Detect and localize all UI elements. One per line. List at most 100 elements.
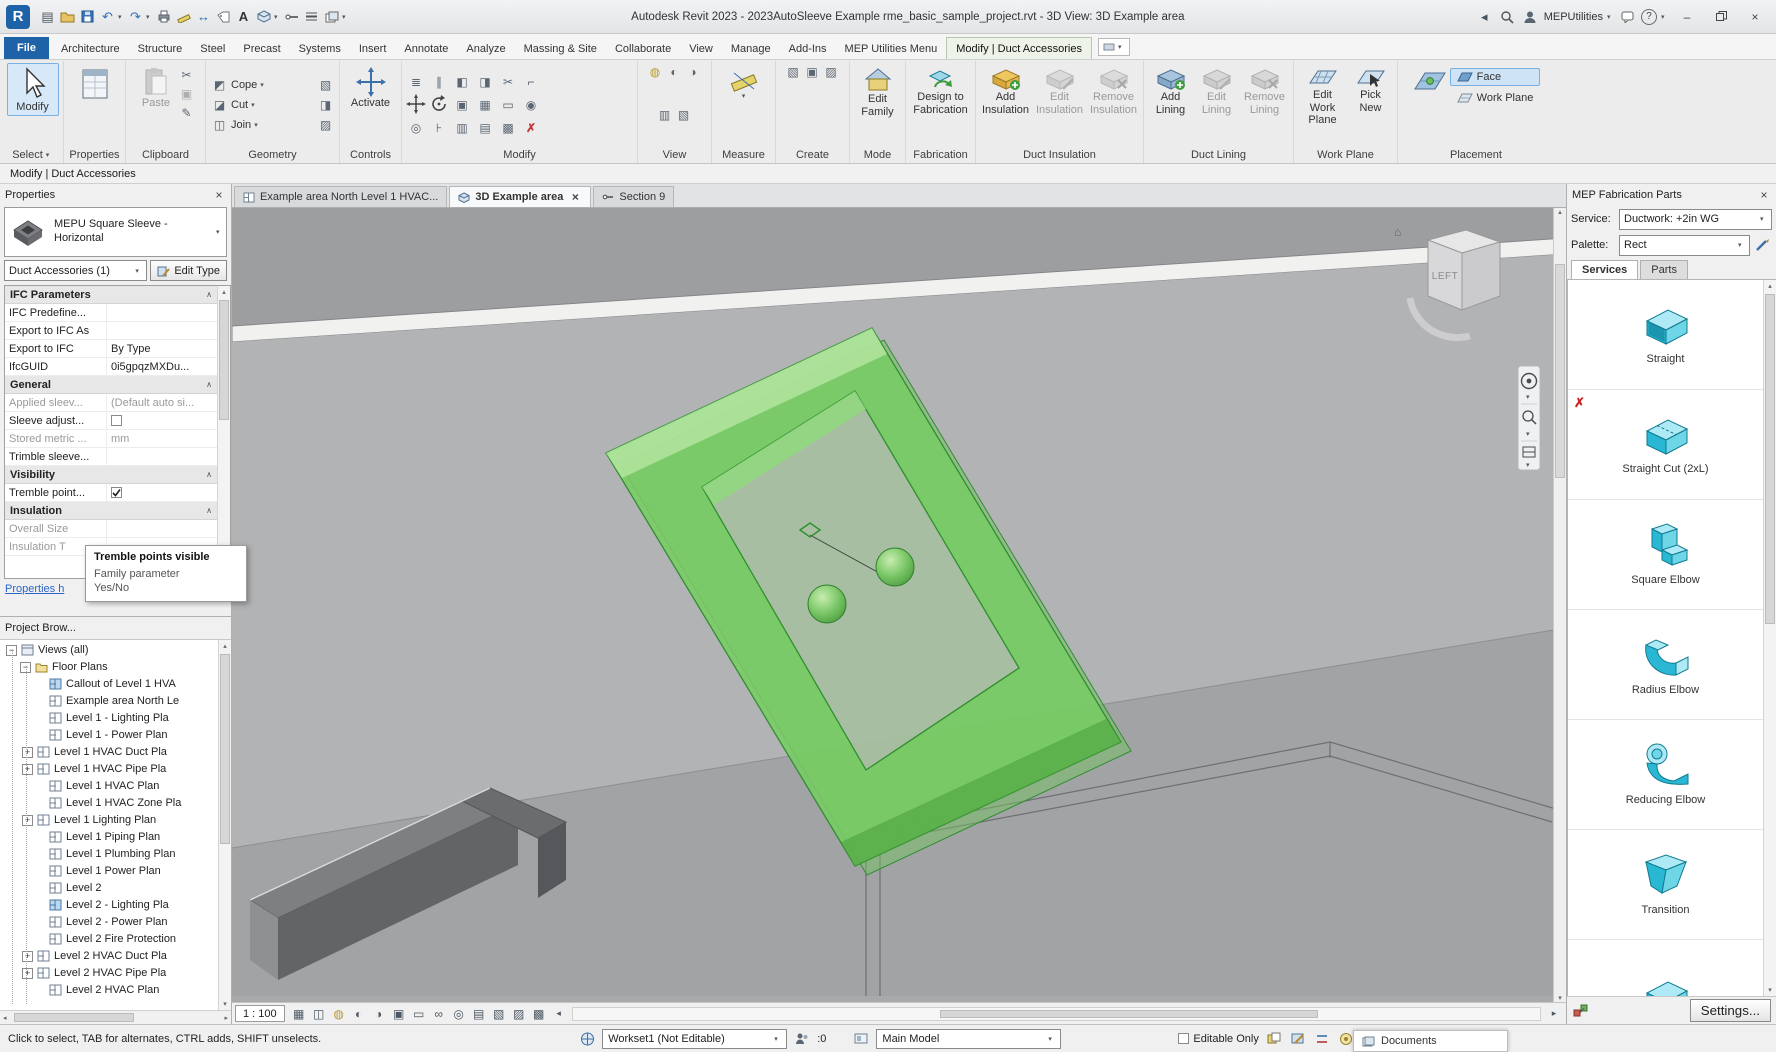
property-row[interactable]: IfcGUID 0i5gpqzMXDu... xyxy=(5,358,217,376)
tree-item-view[interactable]: Level 2 xyxy=(0,880,231,897)
minimize-button[interactable]: – xyxy=(1672,5,1702,29)
revit-logo[interactable]: R xyxy=(6,4,30,29)
legend-component-icon[interactable]: ▧ xyxy=(785,63,802,80)
tab-steel[interactable]: Steel xyxy=(191,38,234,59)
aligned-dimension-icon[interactable]: ↔ xyxy=(194,7,213,26)
worksets-icon[interactable] xyxy=(578,1030,596,1048)
scrollbar-thumb[interactable] xyxy=(1765,294,1775,624)
delete-icon[interactable]: ✗ xyxy=(523,120,540,137)
property-row[interactable]: Sleeve adjust... xyxy=(5,412,217,430)
model-viewport[interactable]: ⌂ LEFT ▾ ▾ ▾ ▴ ▾ xyxy=(232,208,1566,1002)
chevron-down-icon[interactable]: ▾ xyxy=(1526,462,1530,469)
tree-item-view[interactable]: + Level 2 HVAC Duct Pla xyxy=(0,948,231,965)
constraints-icon[interactable]: ▩ xyxy=(530,1005,548,1022)
group-visibility[interactable]: Visibility ∧ xyxy=(5,466,217,484)
edit-work-plane-button[interactable]: Edit Work Plane xyxy=(1299,63,1347,129)
tree-item-view[interactable]: + Level 1 Lighting Plan xyxy=(0,812,231,829)
file-menu-icon[interactable]: ▤ xyxy=(38,7,57,26)
show-crop-icon[interactable]: ▭ xyxy=(410,1005,428,1022)
tree-item-view[interactable]: Level 1 Plumbing Plan xyxy=(0,846,231,863)
project-browser-header[interactable]: Project Brow... xyxy=(0,617,231,639)
settings-button[interactable]: Settings... xyxy=(1689,999,1771,1022)
tab-manage[interactable]: Manage xyxy=(722,38,780,59)
tab-structure[interactable]: Structure xyxy=(129,38,192,59)
tab-analyze[interactable]: Analyze xyxy=(457,38,514,59)
property-row[interactable]: Stored metric ... mm xyxy=(5,430,217,448)
part-item[interactable] xyxy=(1568,940,1763,996)
analytical-model-icon[interactable]: ▨ xyxy=(510,1005,528,1022)
tree-item-view[interactable]: + Level 1 HVAC Pipe Pla xyxy=(0,761,231,778)
chevron-down-icon[interactable]: ▾ xyxy=(1526,431,1530,438)
redo-dropdown-icon[interactable]: ▾ xyxy=(146,13,153,21)
tab-services[interactable]: Services xyxy=(1571,260,1639,279)
tree-item-view[interactable]: Level 2 HVAC Plan xyxy=(0,982,231,999)
temporary-view-properties-icon[interactable]: ▧ xyxy=(490,1005,508,1022)
remove-lining-button[interactable]: Remove Lining xyxy=(1241,63,1289,118)
offset-icon[interactable]: ∥ xyxy=(431,74,448,91)
tree-item-view[interactable]: Level 1 HVAC Plan xyxy=(0,778,231,795)
scrollbar-thumb[interactable] xyxy=(1555,263,1565,478)
exclude-options-icon[interactable] xyxy=(1265,1030,1283,1048)
cut-to-clipboard-icon[interactable]: ✂ xyxy=(178,66,195,83)
browser-hscrollbar[interactable]: ◂ ▸ xyxy=(0,1010,231,1025)
tab-massing-site[interactable]: Massing & Site xyxy=(515,38,606,59)
sun-path-icon[interactable]: ◍ xyxy=(330,1005,348,1022)
notification-icon[interactable] xyxy=(1618,7,1637,26)
scroll-up-icon[interactable]: ▴ xyxy=(1558,208,1562,216)
expand-box-icon[interactable]: + xyxy=(22,763,33,775)
view-lightbulb-icon[interactable]: ◍ xyxy=(647,63,664,80)
checkbox-unchecked[interactable] xyxy=(111,415,122,426)
linework-icon[interactable]: ▥ xyxy=(656,106,673,123)
tab-annotate[interactable]: Annotate xyxy=(395,38,457,59)
panel-label-duct-insulation[interactable]: Duct Insulation xyxy=(979,147,1140,163)
service-dropdown[interactable]: Ductwork: +2in WG ▾ xyxy=(1619,208,1772,230)
tab-file[interactable]: File xyxy=(4,37,49,59)
category-selector[interactable]: Duct Accessories (1) ▾ xyxy=(4,260,148,281)
edit-family-button[interactable]: Edit Family xyxy=(854,63,902,120)
align-icon[interactable]: ≣ xyxy=(408,74,425,91)
tool-options-dropdown[interactable]: ▾ xyxy=(1098,38,1130,56)
scroll-left-icon[interactable]: ◂ xyxy=(0,1014,10,1022)
placement-work-plane-option[interactable]: Work Plane xyxy=(1450,89,1541,107)
scroll-right-icon[interactable]: ▸ xyxy=(221,1014,231,1022)
part-item-reducing-elbow[interactable]: Reducing Elbow xyxy=(1568,720,1763,830)
chevron-down-icon[interactable]: ▾ xyxy=(1526,394,1530,401)
group-ifc-parameters[interactable]: IFC Parameters ∧ xyxy=(5,286,217,304)
tree-item-view[interactable]: Level 2 Fire Protection xyxy=(0,931,231,948)
tree-item-view[interactable]: Level 2 - Power Plan xyxy=(0,914,231,931)
section-icon[interactable] xyxy=(282,7,301,26)
scrollbar-thumb[interactable] xyxy=(940,1009,1318,1018)
group-insulation[interactable]: Insulation ∧ xyxy=(5,502,217,520)
mirror-axis-icon[interactable]: ◧ xyxy=(454,74,471,91)
group-general[interactable]: General ∧ xyxy=(5,376,217,394)
override-graphics-icon[interactable]: ◑ xyxy=(685,63,702,80)
part-item-straight-cut[interactable]: ✗ Straight Cut (2xL) xyxy=(1568,390,1763,500)
scroll-up-icon[interactable]: ▴ xyxy=(222,286,226,298)
crop-view-icon[interactable]: ▣ xyxy=(390,1005,408,1022)
scrollbar-thumb[interactable] xyxy=(219,300,229,420)
restore-button[interactable] xyxy=(1706,5,1736,29)
property-row[interactable]: Applied sleev... (Default auto si... xyxy=(5,394,217,412)
panel-label-measure[interactable]: Measure xyxy=(715,147,772,163)
close-button[interactable]: × xyxy=(1740,5,1770,29)
hide-element-icon[interactable]: ◐ xyxy=(666,63,683,80)
rotate-button[interactable] xyxy=(429,94,449,117)
part-item-radius-elbow[interactable]: Radius Elbow xyxy=(1568,610,1763,720)
panel-label-modify[interactable]: Modify xyxy=(405,147,634,163)
tree-item-view[interactable]: + Level 2 HVAC Pipe Pla xyxy=(0,965,231,982)
split-element-icon[interactable]: ▥ xyxy=(454,120,471,137)
panel-label-select[interactable]: Select ▾ xyxy=(5,147,60,163)
close-icon[interactable]: × xyxy=(1757,188,1771,202)
scale-button[interactable]: 1 : 100 xyxy=(235,1005,285,1022)
scroll-down-icon[interactable]: ▾ xyxy=(1768,984,1772,996)
tag-icon[interactable] xyxy=(214,7,233,26)
create-group-icon[interactable]: ▣ xyxy=(804,63,821,80)
panel-label-properties[interactable]: Properties xyxy=(67,147,122,163)
panel-label-duct-lining[interactable]: Duct Lining xyxy=(1147,147,1290,163)
properties-scrollbar[interactable]: ▴ ▾ xyxy=(217,286,230,578)
fabrication-panel-header[interactable]: MEP Fabrication Parts × xyxy=(1567,184,1776,206)
undo-icon[interactable]: ↶ xyxy=(98,7,117,26)
move-button[interactable] xyxy=(406,93,426,117)
expand-box-icon[interactable]: + xyxy=(22,746,33,758)
tab-collaborate[interactable]: Collaborate xyxy=(606,38,680,59)
